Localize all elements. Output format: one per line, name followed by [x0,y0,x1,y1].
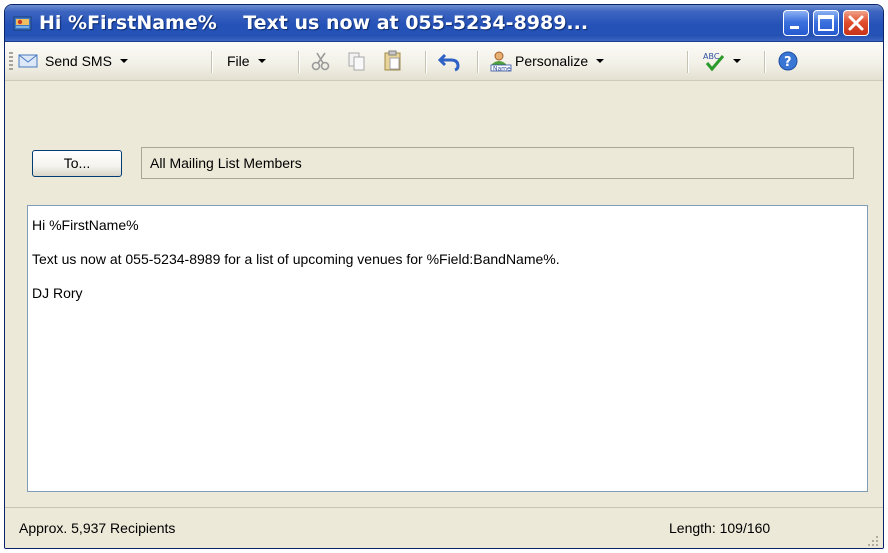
maximize-icon [818,15,834,31]
svg-text:Name: Name [493,66,511,73]
close-button[interactable] [843,10,869,36]
paste-button[interactable] [381,49,405,73]
recipients-field[interactable]: All Mailing List Members [141,147,854,179]
paste-icon [384,50,401,71]
minimize-button[interactable] [783,10,809,36]
send-sms-button[interactable]: Send SMS [17,49,128,73]
toolbar-separator [477,51,479,73]
spellcheck-button[interactable]: ABC [701,49,741,73]
maximize-button[interactable] [813,10,839,36]
file-menu-button[interactable]: File [227,49,266,73]
chevron-down-icon [733,59,741,63]
copy-button[interactable] [345,49,369,73]
svg-text:ABC: ABC [703,52,720,61]
to-button[interactable]: To... [32,150,122,177]
sms-compose-window: Hi %FirstName% Text us now at 055-5234-8… [4,4,884,549]
toolbar-separator [687,51,689,73]
chevron-down-icon [119,59,128,63]
toolbar-separator [211,51,213,73]
status-bar: Approx. 5,937 Recipients Length: 109/160 [5,507,883,548]
message-line: Text us now at 055-5234-8989 for a list … [32,251,560,267]
minimize-icon [790,26,799,29]
toolbar-separator [764,51,766,73]
message-line: DJ Rory [32,285,83,301]
chevron-down-icon [257,59,266,63]
app-icon [13,13,33,33]
title-bar[interactable]: Hi %FirstName% Text us now at 055-5234-8… [5,5,883,42]
close-icon [848,15,864,31]
toolbar: Send SMS File Name Personalize ABC ? [5,42,883,81]
svg-text:?: ? [784,55,792,70]
cut-button[interactable] [309,49,333,73]
cut-icon [311,52,330,71]
send-sms-icon [18,54,38,68]
message-length: Length: 109/160 [669,520,771,536]
message-line: Hi %FirstName% [32,217,139,233]
window-title: Hi %FirstName% Text us now at 055-5234-8… [39,12,589,34]
toolbar-grip[interactable] [9,52,13,72]
personalize-icon: Name [490,51,512,73]
spellcheck-icon: ABC [703,52,725,72]
recipient-count: Approx. 5,937 Recipients [19,520,176,536]
copy-icon [348,52,365,71]
message-body[interactable]: Hi %FirstName% Text us now at 055-5234-8… [27,205,868,492]
file-menu-label: File [227,53,250,69]
undo-icon [437,53,460,72]
toolbar-separator [298,51,300,73]
toolbar-separator [425,51,427,73]
undo-button[interactable] [437,49,463,73]
send-sms-label: Send SMS [45,53,112,69]
personalize-button[interactable]: Name Personalize [489,49,605,73]
personalize-label: Personalize [515,53,589,69]
help-button[interactable]: ? [777,49,799,73]
resize-grip-icon[interactable] [867,535,879,547]
chevron-down-icon [596,59,605,63]
help-icon: ? [778,51,798,71]
